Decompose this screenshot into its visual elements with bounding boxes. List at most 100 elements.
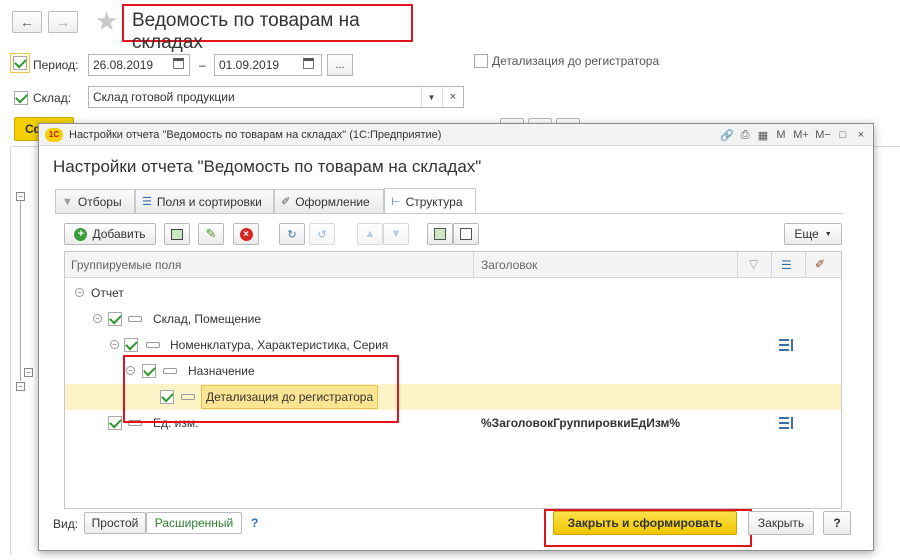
add-button-label: Добавить (92, 227, 146, 241)
structure-tree-icon: ⊢ (391, 196, 401, 208)
tab-fields-sorting[interactable]: ☰ Поля и сортировки (135, 189, 274, 213)
warehouse-clear-button[interactable]: × (442, 87, 463, 107)
calendar-icon[interactable]: ▦ (755, 127, 771, 143)
detail-registrator-checkbox[interactable] (474, 54, 488, 68)
memory-mplus-icon[interactable]: M+ (791, 127, 811, 143)
tree-row-warehouse[interactable]: − Склад, Помещение (65, 306, 841, 332)
annotation-highlight-box (123, 355, 399, 423)
ungroup-button[interactable]: ↺ (309, 223, 335, 245)
row-title: %ЗаголовокГруппировкиЕдИзм% (481, 416, 681, 430)
arrow-left-icon: ← (20, 14, 34, 30)
group-button[interactable]: ↻ (279, 223, 305, 245)
calendar-icon[interactable] (173, 58, 184, 69)
date-from-value: 26.08.2019 (93, 58, 154, 72)
col-divider (805, 252, 806, 278)
tab-filters[interactable]: ▼ Отборы (55, 189, 135, 213)
edit-button[interactable]: ✎ (198, 223, 224, 245)
arrow-down-icon: ▼ (390, 228, 402, 240)
ungroup-brackets-icon: ↺ (317, 228, 327, 241)
tab-structure[interactable]: ⊢ Структура (384, 188, 476, 214)
brush-icon: ✐ (281, 196, 291, 208)
arrow-right-icon: → (56, 14, 70, 30)
view-simple-label: Простой (91, 516, 139, 530)
tab-appearance-label: Оформление (295, 194, 370, 209)
calendar-icon[interactable] (303, 58, 314, 69)
add-button[interactable]: + Добавить (64, 223, 156, 245)
tree-label: Отчет (91, 286, 124, 300)
tree-row-report[interactable]: − Отчет (65, 280, 841, 306)
check-all-button[interactable] (427, 223, 453, 245)
close-button[interactable]: Закрыть (748, 511, 814, 535)
view-simple-button[interactable]: Простой (84, 512, 146, 534)
period-select-button[interactable]: ... (327, 54, 353, 76)
row-checkbox[interactable] (108, 416, 122, 430)
more-button-label: Еще (794, 227, 819, 241)
period-checkbox[interactable] (13, 56, 27, 70)
report-collapse-icon[interactable]: − (16, 192, 25, 201)
col-header-title[interactable]: Заголовок (481, 258, 537, 272)
move-down-button[interactable]: ▼ (383, 223, 409, 245)
favorite-star-icon[interactable]: ★ (95, 6, 118, 37)
warehouse-dropdown-button[interactable]: ▼ (421, 87, 441, 107)
memory-mminus-icon[interactable]: M− (813, 127, 833, 143)
move-up-button[interactable]: ▲ (357, 223, 383, 245)
col-brush-icon[interactable]: ✐ (815, 257, 825, 271)
tab-fields-sorting-label: Поля и сортировки (156, 194, 262, 209)
row-checkbox[interactable] (124, 338, 138, 352)
warehouse-field[interactable]: Склад готовой продукции (88, 86, 464, 108)
close-icon[interactable]: × (853, 127, 869, 143)
collapse-icon[interactable]: − (110, 340, 119, 349)
col-divider (737, 252, 738, 278)
plus-circle-icon: + (74, 227, 88, 241)
col-fields-sort-icon[interactable]: ☰ (781, 258, 792, 272)
warehouse-checkbox[interactable] (14, 91, 28, 105)
help-button-label: ? (833, 516, 841, 530)
settings-dialog: 1С Настройки отчета "Ведомость по товара… (38, 123, 874, 551)
report-collapse-icon[interactable]: − (16, 382, 25, 391)
grouping-icon (146, 342, 160, 348)
uncheck-all-icon (460, 228, 472, 240)
clear-x-icon: × (449, 91, 457, 103)
columns-icon: ☰ (142, 196, 152, 208)
back-button[interactable]: ← (12, 11, 42, 33)
fields-sort-icon[interactable] (779, 339, 793, 351)
warehouse-label: Склад: (33, 91, 72, 105)
page-title: Ведомость по товарам на складах (122, 4, 413, 53)
arrow-up-icon: ▲ (364, 228, 376, 240)
collapse-icon[interactable]: − (75, 288, 84, 297)
col-header-fields[interactable]: Группируемые поля (71, 258, 181, 272)
close-and-build-label: Закрыть и сформировать (567, 516, 723, 530)
forward-button[interactable]: → (48, 11, 78, 33)
help-link[interactable]: ? (251, 516, 258, 530)
dropdown-triangle-icon: ▼ (427, 92, 436, 102)
detail-registrator-label: Детализация до регистратора (492, 54, 660, 68)
dialog-window-title: Настройки отчета "Ведомость по товарам н… (69, 128, 442, 141)
view-extended-button[interactable]: Расширенный (146, 512, 242, 534)
help-button[interactable]: ? (823, 511, 851, 535)
filter-funnel-icon: ▼ (62, 195, 73, 208)
delete-x-icon: × (239, 227, 253, 241)
tab-appearance[interactable]: ✐ Оформление (274, 189, 384, 213)
maximize-icon[interactable]: □ (835, 127, 851, 143)
view-label: Вид: (53, 517, 79, 531)
more-button[interactable]: Еще ▼ (784, 223, 842, 245)
col-filter-funnel-icon[interactable]: ▽ (749, 257, 758, 271)
report-collapse-icon[interactable]: − (24, 368, 33, 377)
uncheck-all-button[interactable] (453, 223, 479, 245)
print-icon[interactable]: ⎙ (737, 127, 753, 143)
delete-button[interactable]: × (233, 223, 259, 245)
fields-sort-icon[interactable] (779, 417, 793, 429)
group-brackets-icon: ↻ (287, 228, 297, 241)
close-and-build-button[interactable]: Закрыть и сформировать (553, 511, 737, 535)
link-icon[interactable]: 🔗 (719, 127, 735, 143)
collapse-icon[interactable]: − (93, 314, 102, 323)
date-to-value: 01.09.2019 (219, 58, 280, 72)
row-checkbox[interactable] (108, 312, 122, 326)
close-button-label: Закрыть (757, 516, 805, 530)
view-extended-label: Расширенный (154, 516, 234, 530)
memory-m-icon[interactable]: M (773, 127, 789, 143)
tree-label: Склад, Помещение (153, 312, 262, 326)
tab-filters-label: Отборы (77, 194, 122, 209)
report-tree-line (20, 201, 21, 381)
add-grouping-button[interactable] (164, 223, 190, 245)
